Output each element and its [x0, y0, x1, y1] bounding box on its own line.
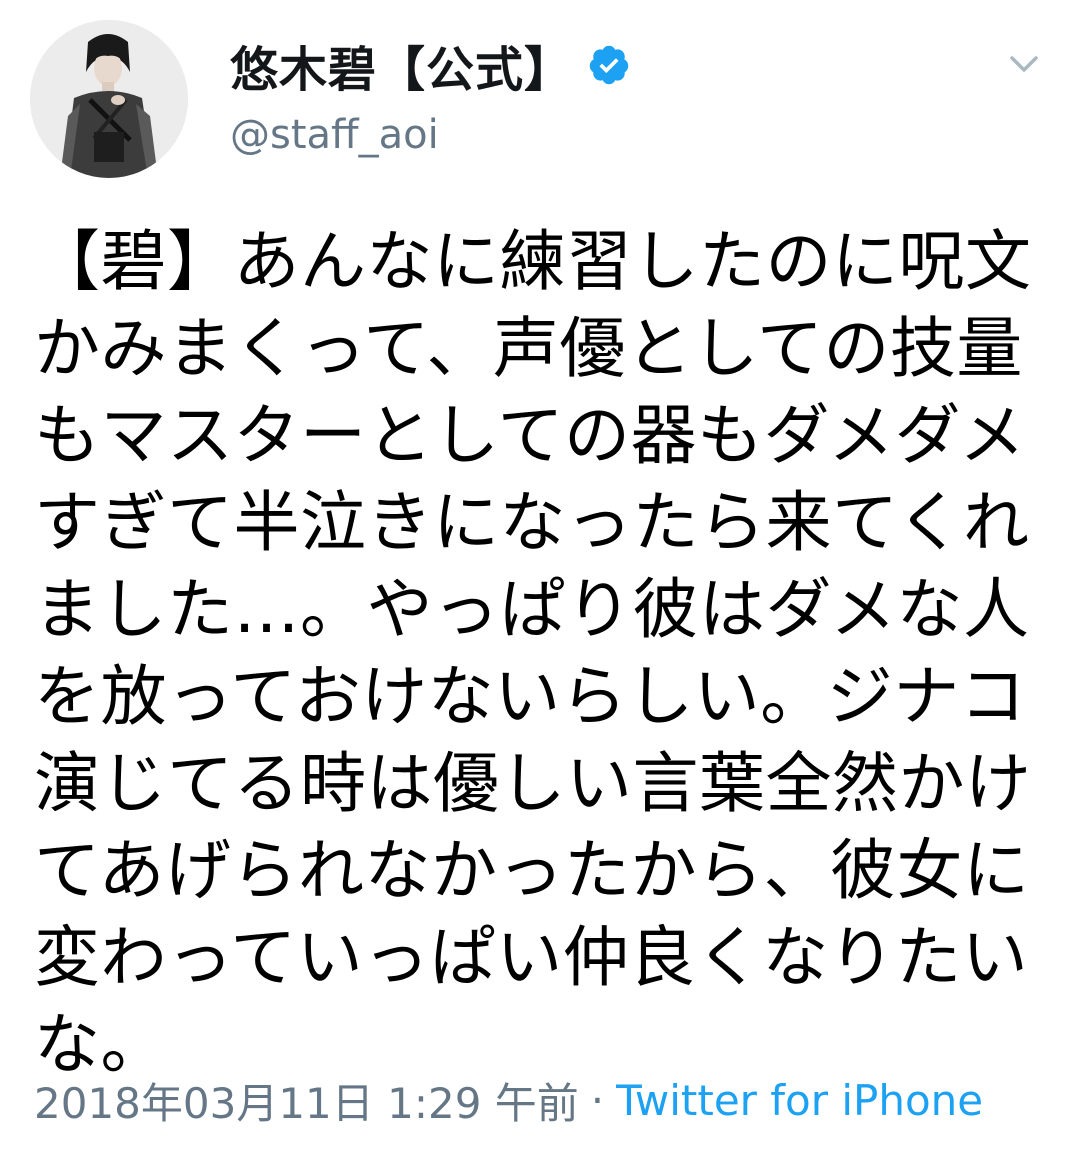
- tweet-source-link[interactable]: Twitter for iPhone: [616, 1076, 983, 1125]
- tweet-text-line: 変わっていっぱい仲良くなりたい: [34, 919, 1029, 996]
- verified-badge-icon: [587, 43, 631, 87]
- tweet-text-line: てあげられなかったから、彼女に: [34, 832, 1030, 909]
- tweet-text-line: もマスターとしての器もダメダメ: [34, 397, 1026, 474]
- tweet-text-line: ました…。やっぱり彼はダメな人: [34, 571, 1030, 648]
- tweet-text-line: 演じてる時は優しい言葉全然かけ: [34, 745, 1032, 822]
- name-row: 悠木碧【公式】: [230, 30, 631, 100]
- chevron-down-icon[interactable]: [1004, 44, 1044, 84]
- tweet-meta: 2018年03月11日 1:29 午前 · Twitter for iPhone: [34, 1070, 983, 1131]
- tweet-card: 悠木碧【公式】 @staff_aoi 【碧】あんなに練習したのに呪文 かみまくっ…: [0, 0, 1075, 1155]
- tweet-text-line: すぎて半泣きになったら来てくれ: [34, 484, 1030, 561]
- tweet-text: 【碧】あんなに練習したのに呪文 かみまくって、声優としての技量 もマスターとして…: [34, 218, 1044, 1088]
- avatar[interactable]: [30, 20, 188, 178]
- tweet-text-line: を放っておけないらしい。ジナコ: [34, 658, 1027, 735]
- display-name[interactable]: 悠木碧【公式】: [230, 30, 573, 100]
- tweet-text-line: 【碧】あんなに練習したのに呪文: [34, 223, 1032, 300]
- user-handle[interactable]: @staff_aoi: [230, 112, 439, 158]
- tweet-timestamp[interactable]: 2018年03月11日 1:29 午前: [34, 1070, 579, 1131]
- avatar-image: [30, 20, 188, 178]
- meta-separator: ·: [590, 1076, 605, 1125]
- tweet-text-line: かみまくって、声優としての技量: [34, 310, 1023, 387]
